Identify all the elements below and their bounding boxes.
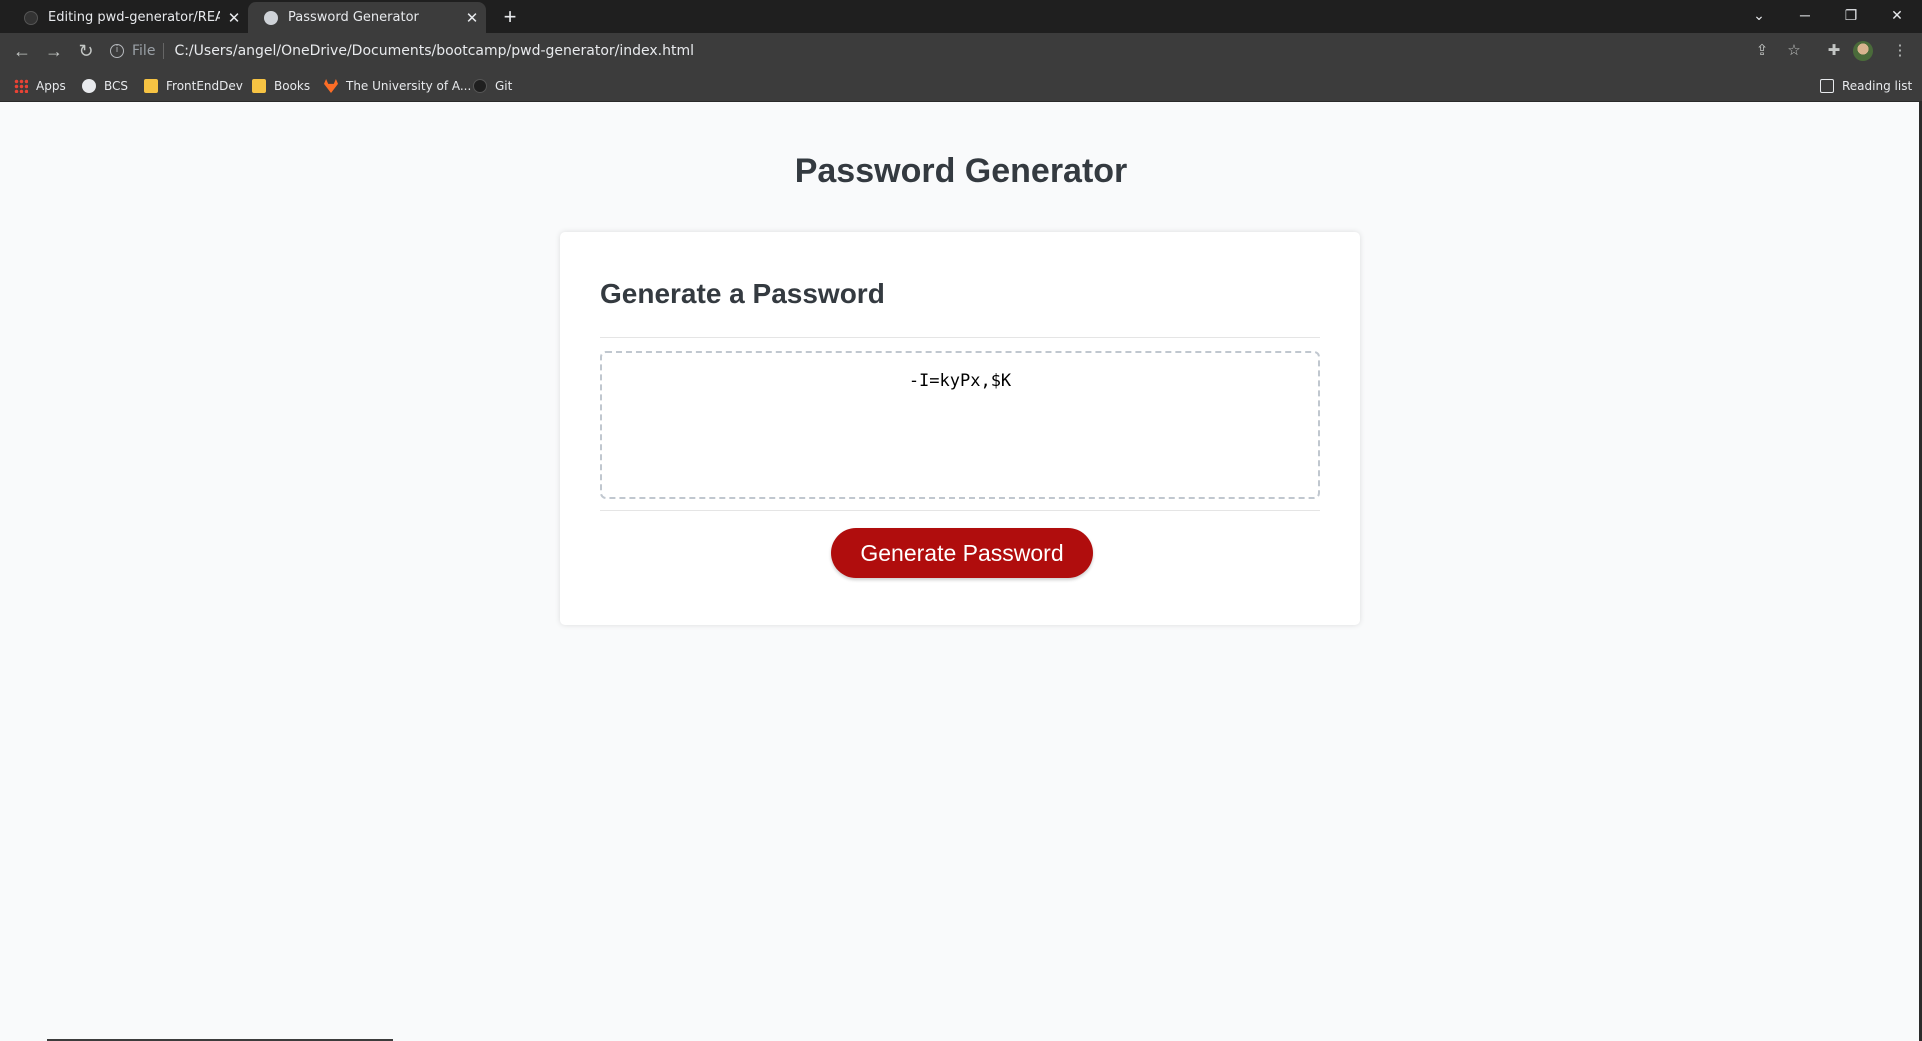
bookmark-label: Git bbox=[495, 79, 513, 93]
extensions-icon[interactable]: ✚ bbox=[1820, 37, 1848, 65]
folder-icon bbox=[252, 79, 266, 93]
close-tab-icon[interactable]: ✕ bbox=[458, 9, 486, 27]
info-icon[interactable]: i bbox=[110, 44, 124, 58]
profile-avatar[interactable] bbox=[1853, 41, 1873, 61]
github-icon bbox=[473, 79, 487, 93]
tab-search-icon[interactable]: ⌄ bbox=[1736, 0, 1782, 30]
globe-icon bbox=[82, 79, 96, 93]
bookmark-label: FrontEndDev bbox=[166, 79, 243, 93]
github-favicon-icon bbox=[24, 10, 38, 25]
menu-icon[interactable]: ⋮ bbox=[1886, 37, 1914, 65]
apps-grid-icon bbox=[14, 79, 28, 93]
close-tab-icon[interactable]: ✕ bbox=[220, 9, 248, 27]
bookmark-label: The University of A... bbox=[346, 79, 472, 93]
page-viewport: Password Generator Generate a Password -… bbox=[0, 102, 1922, 1041]
tab-title: Password Generator bbox=[288, 10, 419, 25]
url-scheme: File bbox=[132, 43, 156, 59]
browser-toolbar: ← → ↻ i File C:/Users/angel/OneDrive/Doc… bbox=[0, 33, 1922, 69]
bookmark-bcs[interactable]: BCS bbox=[82, 77, 128, 95]
reading-list-label: Reading list bbox=[1842, 79, 1913, 93]
bookmark-university[interactable]: The University of A... bbox=[324, 77, 471, 95]
card-header: Generate a Password bbox=[600, 278, 1320, 338]
gitlab-icon bbox=[324, 79, 338, 93]
share-icon[interactable]: ⇪ bbox=[1748, 37, 1776, 65]
page-title: Password Generator bbox=[794, 152, 1128, 190]
card-footer-divider bbox=[600, 510, 1320, 511]
forward-icon[interactable]: → bbox=[40, 37, 68, 65]
bookmarks-bar: Apps BCS FrontEndDev Books The Universit… bbox=[0, 69, 1922, 102]
url-text[interactable]: C:/Users/angel/OneDrive/Documents/bootca… bbox=[174, 43, 694, 59]
folder-icon bbox=[144, 79, 158, 93]
reading-list-button[interactable]: Reading list bbox=[1820, 77, 1912, 95]
tab-title: Editing pwd-generator/README bbox=[48, 10, 220, 25]
restore-button[interactable]: ❐ bbox=[1828, 0, 1874, 30]
bookmark-books[interactable]: Books bbox=[252, 77, 310, 95]
divider bbox=[163, 43, 165, 59]
minimize-button[interactable]: ─ bbox=[1782, 0, 1828, 30]
bookmark-git[interactable]: Git bbox=[473, 77, 512, 95]
new-tab-button[interactable]: + bbox=[496, 3, 524, 31]
back-icon[interactable]: ← bbox=[8, 37, 36, 65]
bookmark-label: Apps bbox=[36, 79, 66, 93]
browser-tab-strip: Editing pwd-generator/README ✕ Password … bbox=[0, 0, 1922, 33]
bookmark-star-icon[interactable]: ☆ bbox=[1780, 37, 1808, 65]
bookmark-apps[interactable]: Apps bbox=[14, 77, 66, 95]
generate-password-button[interactable]: Generate Password bbox=[831, 528, 1093, 578]
card-title: Generate a Password bbox=[600, 278, 885, 309]
globe-favicon-icon bbox=[264, 10, 278, 25]
address-bar[interactable]: i File C:/Users/angel/OneDrive/Documents… bbox=[110, 37, 1772, 65]
password-output[interactable]: -I=kyPx,$K bbox=[600, 351, 1320, 499]
password-card: Generate a Password -I=kyPx,$K Generate … bbox=[560, 232, 1360, 625]
close-window-button[interactable]: ✕ bbox=[1874, 0, 1920, 30]
tab-readme[interactable]: Editing pwd-generator/README ✕ bbox=[8, 2, 248, 33]
bookmark-label: BCS bbox=[104, 79, 129, 93]
bookmark-frontenddev[interactable]: FrontEndDev bbox=[144, 77, 243, 95]
reading-list-icon bbox=[1820, 79, 1834, 93]
bookmark-label: Books bbox=[274, 79, 311, 93]
reload-icon[interactable]: ↻ bbox=[72, 37, 100, 65]
tab-password-generator[interactable]: Password Generator ✕ bbox=[248, 2, 486, 33]
